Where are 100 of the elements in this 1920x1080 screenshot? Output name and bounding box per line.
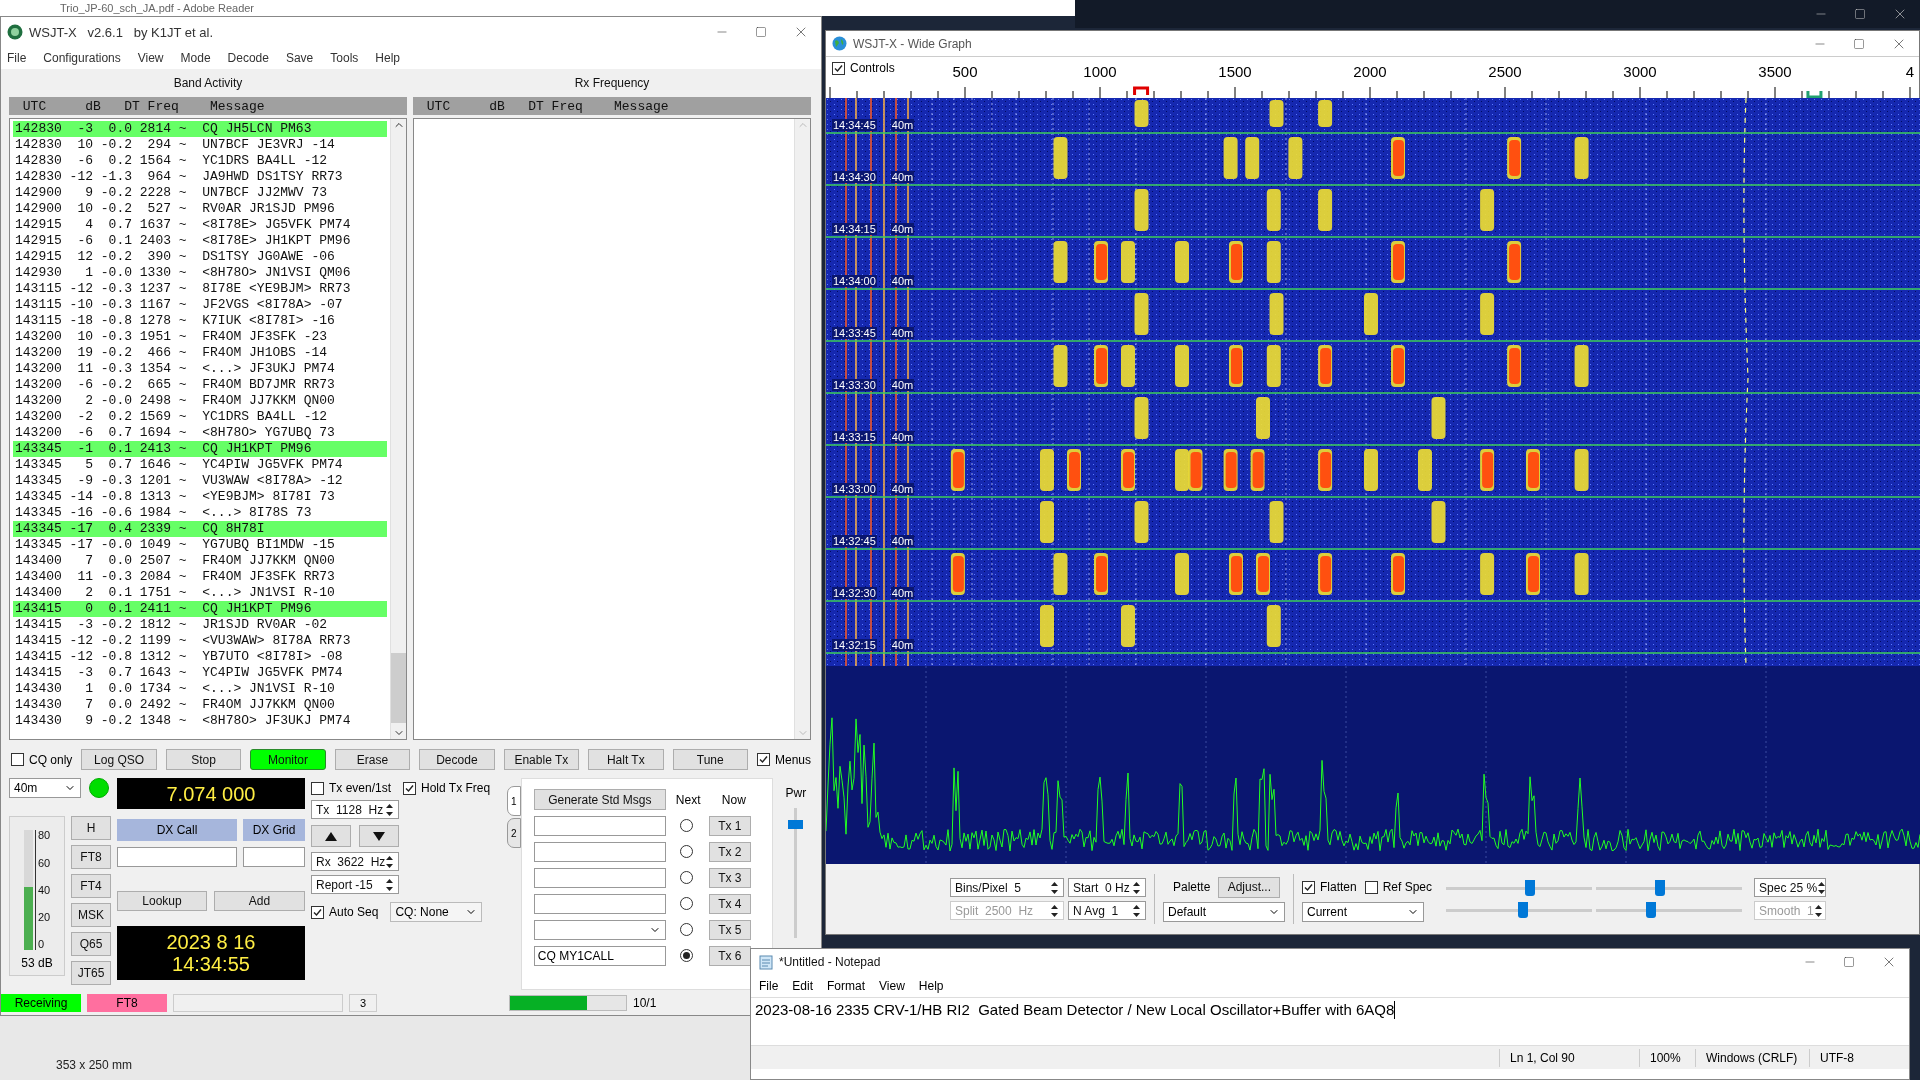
checkbox[interactable] bbox=[311, 781, 324, 795]
spin-box[interactable]: Start 0 Hz bbox=[1068, 878, 1146, 897]
palette-dropdown[interactable]: Default bbox=[1163, 901, 1285, 922]
message-field[interactable] bbox=[533, 841, 666, 862]
decode-row[interactable]: 143430 7 0.0 2492 ~ FR4OM JJ7KKM QN00 bbox=[13, 697, 387, 714]
decode-row[interactable]: 143200 10 -0.3 1951 ~ FR4OM JF3SFK -23 bbox=[13, 329, 387, 346]
spin-arrows-icon[interactable] bbox=[1132, 902, 1141, 919]
menu-item[interactable]: File bbox=[7, 49, 27, 68]
column-header[interactable]: dB bbox=[473, 96, 505, 117]
decode-row[interactable]: 143200 -2 0.2 1569 ~ YC1DRS BA4LL -12 bbox=[13, 409, 387, 426]
decode-row[interactable]: 142830 -6 0.2 1564 ~ YC1DRS BA4LL -12 bbox=[13, 153, 387, 170]
tx-button[interactable]: Tx 2 bbox=[708, 841, 751, 862]
radio-button[interactable] bbox=[679, 871, 693, 885]
slider-thumb[interactable] bbox=[1646, 902, 1657, 918]
decode-row[interactable]: 143345 -9 -0.3 1201 ~ VU3WAW <8I78A> -12 bbox=[13, 473, 387, 490]
spin-box[interactable]: Tx 1128 Hz bbox=[311, 800, 399, 820]
decode-row[interactable]: 143430 1 0.0 1734 ~ <...> JN1VSI R-10 bbox=[13, 681, 387, 698]
checkbox[interactable] bbox=[1364, 880, 1378, 894]
menu-item[interactable]: View bbox=[879, 977, 905, 995]
adjust-button[interactable]: Adjust... bbox=[1218, 876, 1281, 898]
spin-arrows-icon[interactable] bbox=[385, 876, 394, 893]
decode-row[interactable]: 143200 19 -0.2 466 ~ FR4OM JH1OBS -14 bbox=[13, 345, 387, 362]
decode-row[interactable]: 143415 -12 -0.8 1312 ~ YB7UTO <8I78I> -08 bbox=[13, 649, 387, 666]
decode-row[interactable]: 143115 -18 -0.8 1278 ~ K7IUK <8I78I> -16 bbox=[13, 313, 387, 330]
decode-row[interactable]: 142915 -6 0.1 2403 ~ <8I78E> JH1KPT PM96 bbox=[13, 233, 387, 250]
toolbar-button[interactable]: Enable Tx bbox=[503, 749, 580, 771]
message-field[interactable] bbox=[533, 815, 666, 836]
decode-row[interactable]: 142930 1 -0.0 1330 ~ <8H78O> JN1VSI QM06 bbox=[13, 265, 387, 282]
spectrum-dropdown[interactable]: Current bbox=[1302, 901, 1424, 922]
slider-thumb[interactable] bbox=[1518, 902, 1529, 918]
decode-row[interactable]: 143400 11 -0.3 2084 ~ FR4OM JF3SFK RR73 bbox=[13, 569, 387, 586]
toolbar-button[interactable]: Decode bbox=[419, 749, 495, 771]
decode-row[interactable]: 142830 -3 0.0 2814 ~ CQ JH5LCN PM63 bbox=[13, 121, 387, 138]
decode-row[interactable]: 143415 -12 -0.2 1199 ~ <VU3WAW> 8I78A RR73 bbox=[13, 633, 387, 650]
power-slider-thumb[interactable] bbox=[788, 820, 804, 830]
decode-row[interactable]: 143345 -16 -0.6 1984 ~ <...> 8I78S 73 bbox=[13, 505, 387, 522]
column-header[interactable]: dB bbox=[69, 96, 101, 117]
message-field[interactable] bbox=[533, 867, 666, 888]
tx-button[interactable]: Tx 3 bbox=[708, 867, 751, 888]
radio-button[interactable] bbox=[679, 923, 693, 937]
decode-row[interactable]: 143345 -17 0.4 2339 ~ CQ 8H78I bbox=[13, 521, 387, 538]
spin-box[interactable]: Spec 25 % bbox=[1754, 878, 1827, 897]
checkbox[interactable] bbox=[1302, 880, 1315, 894]
decode-row[interactable]: 143430 9 -0.2 1348 ~ <8H78O> JF3UKJ PM74 bbox=[13, 713, 387, 730]
mode-button[interactable]: MSK bbox=[71, 903, 111, 928]
spin-box[interactable]: Bins/Pixel 5 bbox=[950, 878, 1064, 897]
scrollbar[interactable] bbox=[390, 119, 406, 740]
message-field[interactable] bbox=[533, 893, 666, 914]
menu-item[interactable]: Format bbox=[827, 977, 866, 995]
radio-button[interactable] bbox=[679, 845, 693, 859]
column-header[interactable]: Freq bbox=[543, 96, 583, 117]
maximize-icon[interactable] bbox=[1843, 956, 1855, 968]
spin-box[interactable]: Report -15 bbox=[311, 875, 399, 895]
toolbar-button[interactable]: Stop bbox=[165, 749, 242, 771]
slider-thumb[interactable] bbox=[1654, 880, 1665, 896]
band-dropdown[interactable]: 40m bbox=[9, 778, 81, 799]
maximize-icon[interactable] bbox=[1853, 37, 1865, 50]
decode-row[interactable]: 143200 -6 -0.2 665 ~ FR4OM BD7JMR RR73 bbox=[13, 377, 387, 394]
slider-thumb[interactable] bbox=[1524, 880, 1535, 896]
menu-item[interactable]: File bbox=[759, 977, 779, 995]
menu-item[interactable]: Edit bbox=[792, 977, 814, 995]
decode-row[interactable]: 143115 -10 -0.3 1167 ~ JF2VGS <8I78A> -07 bbox=[13, 297, 387, 314]
decode-row[interactable]: 143200 -6 0.7 1694 ~ <8H78O> YG7UBQ 73 bbox=[13, 425, 387, 442]
lookup-button[interactable]: Lookup bbox=[117, 891, 207, 912]
menu-item[interactable]: Save bbox=[285, 49, 314, 68]
decode-row[interactable]: 143345 -17 -0.0 1049 ~ YG7UBQ BI1MDW -15 bbox=[13, 537, 387, 554]
spin-box[interactable]: N Avg 1 bbox=[1068, 901, 1146, 920]
menu-item[interactable]: Help bbox=[918, 977, 944, 995]
message-field[interactable]: CQ MY1CALL bbox=[533, 945, 666, 966]
toolbar-button[interactable]: Tune bbox=[672, 749, 748, 771]
decode-row[interactable]: 143400 7 0.0 2507 ~ FR4OM JJ7KKM QN00 bbox=[13, 553, 387, 570]
column-header[interactable]: DT bbox=[504, 96, 544, 117]
decode-row[interactable]: 142900 10 -0.2 527 ~ RV0AR JR1SJD PM96 bbox=[13, 201, 387, 218]
decode-row[interactable]: 143345 -14 -0.8 1313 ~ <YE9BJM> 8I78I 73 bbox=[13, 489, 387, 506]
checkbox[interactable] bbox=[832, 61, 845, 75]
up-arrow-button[interactable] bbox=[311, 825, 351, 848]
spin-box[interactable]: Rx 3622 Hz bbox=[311, 852, 399, 872]
decode-row[interactable]: 143415 -3 0.7 1643 ~ YC4PIW JG5VFK PM74 bbox=[13, 665, 387, 682]
maximize-icon[interactable] bbox=[755, 26, 767, 39]
column-header[interactable]: DT bbox=[100, 96, 140, 117]
mode-button[interactable]: JT65 bbox=[71, 961, 111, 986]
decode-row[interactable]: 142900 9 -0.2 2228 ~ UN7BCF JJ2MWV 73 bbox=[13, 185, 387, 202]
menu-item[interactable]: Mode bbox=[180, 49, 211, 68]
decode-row[interactable]: 143200 2 -0.0 2498 ~ FR4OM JJ7KKM QN00 bbox=[13, 393, 387, 410]
menu-item[interactable]: Decode bbox=[227, 49, 269, 68]
checkbox[interactable] bbox=[311, 905, 324, 919]
column-header[interactable]: Freq bbox=[139, 96, 179, 117]
generate-messages-button[interactable]: Generate Std Msgs bbox=[533, 789, 666, 811]
radio-button[interactable] bbox=[679, 949, 693, 963]
decode-row[interactable]: 143200 11 -0.3 1354 ~ <...> JF3UKJ PM74 bbox=[13, 361, 387, 378]
mode-button[interactable]: FT8 bbox=[71, 845, 111, 870]
spin-arrows-icon[interactable] bbox=[1132, 879, 1141, 896]
mode-button[interactable]: H bbox=[71, 816, 111, 841]
tab[interactable]: 2 bbox=[506, 818, 521, 849]
toolbar-button[interactable]: Log QSO bbox=[81, 749, 157, 771]
decode-row[interactable]: 143345 5 0.7 1646 ~ YC4PIW JG5VFK PM74 bbox=[13, 457, 387, 474]
tx-button[interactable]: Tx 6 bbox=[708, 945, 751, 966]
spin-arrows-icon[interactable] bbox=[1050, 879, 1059, 896]
dx-call-field[interactable] bbox=[117, 847, 237, 868]
tx-button[interactable]: Tx 4 bbox=[708, 893, 751, 914]
